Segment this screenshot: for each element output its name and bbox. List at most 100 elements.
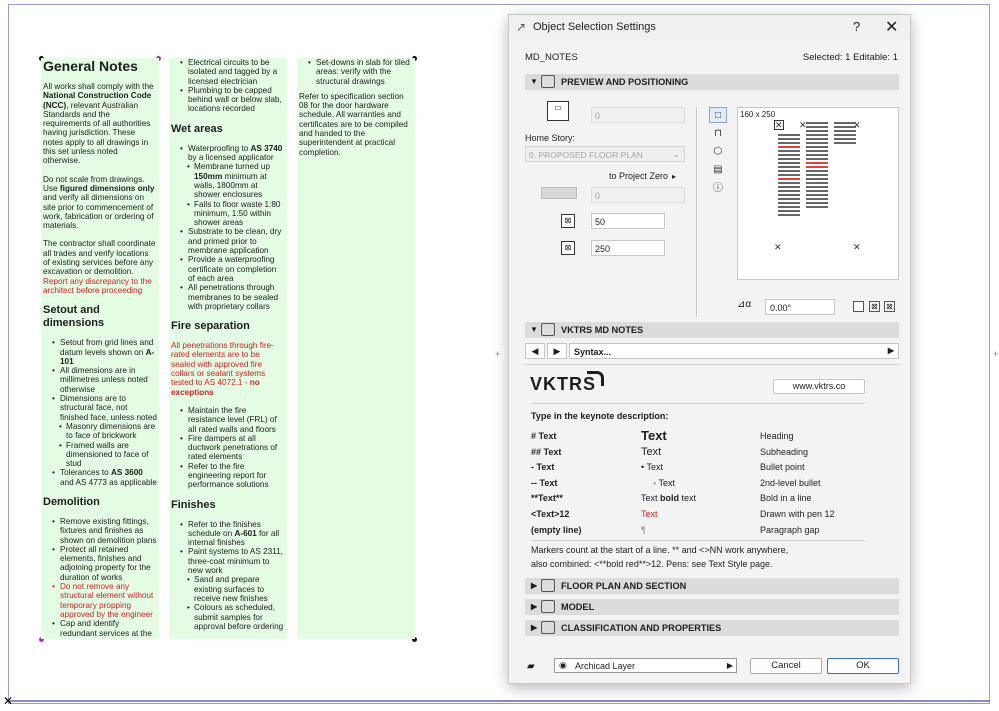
height-field[interactable]: 250 xyxy=(591,240,665,256)
divider xyxy=(531,540,865,541)
preview-column xyxy=(778,134,800,218)
note-paragraph: Do not scale from drawings. Use figured … xyxy=(43,174,155,231)
home-story-label: Home Story: xyxy=(525,133,576,143)
syntax-row: # Text Text Heading xyxy=(531,428,871,445)
note-paragraph: All works shall comply with the National… xyxy=(43,82,154,166)
list-item: Substrate to be clean, dry and primed pr… xyxy=(171,227,285,255)
syntax-example: ◦ Text xyxy=(653,478,676,488)
list-item: Remove existing fittings, fixtures and f… xyxy=(43,517,157,545)
divider xyxy=(525,364,899,365)
list-item: Cap and identify redundant services at t… xyxy=(43,619,157,639)
elevation-object-icon: ▭ xyxy=(547,101,569,121)
offset-slab-icon xyxy=(541,187,577,199)
model-section-header[interactable]: ▶ MODEL xyxy=(525,599,899,615)
preview-section-header[interactable]: ▼ PREVIEW AND POSITIONING xyxy=(525,74,899,90)
classification-section-header[interactable]: ▶ CLASSIFICATION AND PROPERTIES xyxy=(525,620,899,636)
syntax-meaning: Bullet point xyxy=(760,462,805,472)
syntax-code: ## Text xyxy=(531,447,562,457)
list-item: Waterproofing to AS 3740 by a licensed a… xyxy=(171,144,285,163)
prev-page-button[interactable]: ◀ xyxy=(525,343,545,359)
syntax-row: - Text • Text Bullet point xyxy=(531,462,871,476)
notes-list: Remove existing fittings, fixtures and f… xyxy=(43,517,157,639)
syntax-footnote: Markers count at the start of a line. **… xyxy=(531,545,789,555)
list-item: Maintain the fire resistance level (FRL)… xyxy=(171,406,285,434)
notes-list: Setout from grid lines and datum levels … xyxy=(43,338,157,487)
logo-mark-icon xyxy=(587,371,604,386)
preview-column xyxy=(806,122,828,210)
3d-view-button[interactable]: ⬡ xyxy=(709,144,727,160)
selection-info: Selected: 1 Editable: 1 xyxy=(802,52,898,63)
syntax-meaning: Subheading xyxy=(760,447,809,457)
offset-field[interactable]: 0 xyxy=(591,187,685,203)
notes-subheading: Finishes xyxy=(171,498,216,511)
syntax-example: • Text xyxy=(641,462,663,472)
dialog-titlebar[interactable]: ↗ Object Selection Settings ? ✕ xyxy=(509,15,910,40)
ok-button[interactable]: OK xyxy=(827,658,899,674)
syntax-footnote: also combined: <**bold red**>12. Pens: s… xyxy=(531,559,773,569)
syntax-row: **Text** Text bold text Bold in a line xyxy=(531,493,871,507)
website-button[interactable]: www.vktrs.co xyxy=(773,379,865,394)
list-item: Falls to floor waste 1:80 minimum, 1:50 … xyxy=(171,200,285,228)
page-select[interactable]: Syntax... ▶ xyxy=(569,343,899,359)
eye-icon: ◉ xyxy=(559,660,567,670)
syntax-code: -- Text xyxy=(531,478,558,488)
notes-section-icon xyxy=(541,323,555,336)
rotation-field[interactable]: 0.00° xyxy=(765,299,835,315)
home-story-dropdown[interactable]: 0. PROPOSED FLOOR PLAN ⌄ xyxy=(525,146,685,162)
syntax-meaning: 2nd-level bullet xyxy=(760,478,821,488)
plan-view-button[interactable]: □ xyxy=(709,107,727,123)
list-item: Tolerances to AS 3600 and AS 4773 as app… xyxy=(43,468,157,487)
rotation-angle-icon: ⊿α xyxy=(737,299,752,310)
notes-list: Set-downs in slab for tiled areas: verif… xyxy=(299,58,413,86)
to-project-zero-button[interactable]: to Project Zero ▸ xyxy=(609,171,676,181)
collapsed-chevron-icon: ▶ xyxy=(531,602,538,611)
syntax-meaning: Bold in a line xyxy=(760,493,812,503)
width-field[interactable]: 50 xyxy=(591,213,665,229)
home-story-value: 0. PROPOSED FLOOR PLAN xyxy=(529,150,643,160)
syntax-code: <Text>12 xyxy=(531,509,570,519)
help-button[interactable]: ? xyxy=(853,19,860,34)
dialog-footer: ▰ ◉ Archicad Layer ▶ Cancel OK xyxy=(509,651,910,683)
syntax-code: - Text xyxy=(531,462,555,472)
list-item: Provide a waterproofing certificate on c… xyxy=(171,255,285,283)
cancel-button[interactable]: Cancel xyxy=(750,658,822,674)
collapsed-chevron-icon: ▶ xyxy=(531,581,538,590)
list-item: Protect all retained elements, finishes … xyxy=(43,545,157,582)
vktrs-md-notes-section-header[interactable]: ▼ VKTRS MD NOTES xyxy=(525,322,899,338)
list-item: Do not remove any structural element wit… xyxy=(43,582,157,619)
syntax-row: (empty line) ¶ Paragraph gap xyxy=(531,525,871,539)
list-item: Fire dampers at all ductwork penetration… xyxy=(171,434,285,462)
close-button[interactable]: ✕ xyxy=(885,17,898,37)
floor-plan-icon xyxy=(541,579,555,592)
syntax-row: <Text>12 Text Drawn with pen 12 xyxy=(531,509,871,523)
object-selection-settings-dialog: ↗ Object Selection Settings ? ✕ MD_NOTES… xyxy=(508,14,911,684)
section-label: MODEL xyxy=(561,602,595,612)
list-item: Electrical circuits to be isolated and t… xyxy=(171,58,285,86)
section-label: CLASSIFICATION AND PROPERTIES xyxy=(561,623,722,633)
dialog-title: Object Selection Settings xyxy=(533,21,656,33)
mirror-y-icon[interactable]: ⊠ xyxy=(884,301,895,312)
expanded-chevron-icon: ▼ xyxy=(530,325,538,334)
mirror-x-icon[interactable]: ⊠ xyxy=(869,301,880,312)
mirror-checkbox[interactable] xyxy=(853,301,864,312)
next-page-button[interactable]: ▶ xyxy=(547,343,567,359)
elevation-field[interactable]: 0 xyxy=(591,107,685,123)
list-item: Plumbing to be capped behind wall or bel… xyxy=(171,86,285,114)
floor-plan-section-header[interactable]: ▶ FLOOR PLAN AND SECTION xyxy=(525,578,899,594)
preview-marker-icon: ✕ xyxy=(774,120,784,130)
syntax-meaning: Heading xyxy=(760,431,794,441)
syntax-meaning: Paragraph gap xyxy=(760,525,820,535)
list-item: All dimensions are in millimetres unless… xyxy=(43,366,157,394)
info-icon[interactable]: ⓘ xyxy=(709,181,727,197)
syntax-intro: Type in the keynote description: xyxy=(531,411,669,421)
list-item: Refer to the fire engineering report for… xyxy=(171,462,285,490)
layer-dropdown[interactable]: ◉ Archicad Layer ▶ xyxy=(554,658,737,673)
preview-section-icon xyxy=(541,75,555,88)
elevation-view-button[interactable]: ▤ xyxy=(709,162,727,178)
properties-list-icon xyxy=(541,621,555,634)
section-view-button[interactable]: ⊓ xyxy=(709,126,727,142)
archicad-app-icon: ↗ xyxy=(516,20,527,34)
list-item: Set-downs in slab for tiled areas: verif… xyxy=(299,58,413,86)
width-icon: ⊠ xyxy=(561,214,575,228)
preview-marker-icon: ✕ xyxy=(853,242,861,252)
